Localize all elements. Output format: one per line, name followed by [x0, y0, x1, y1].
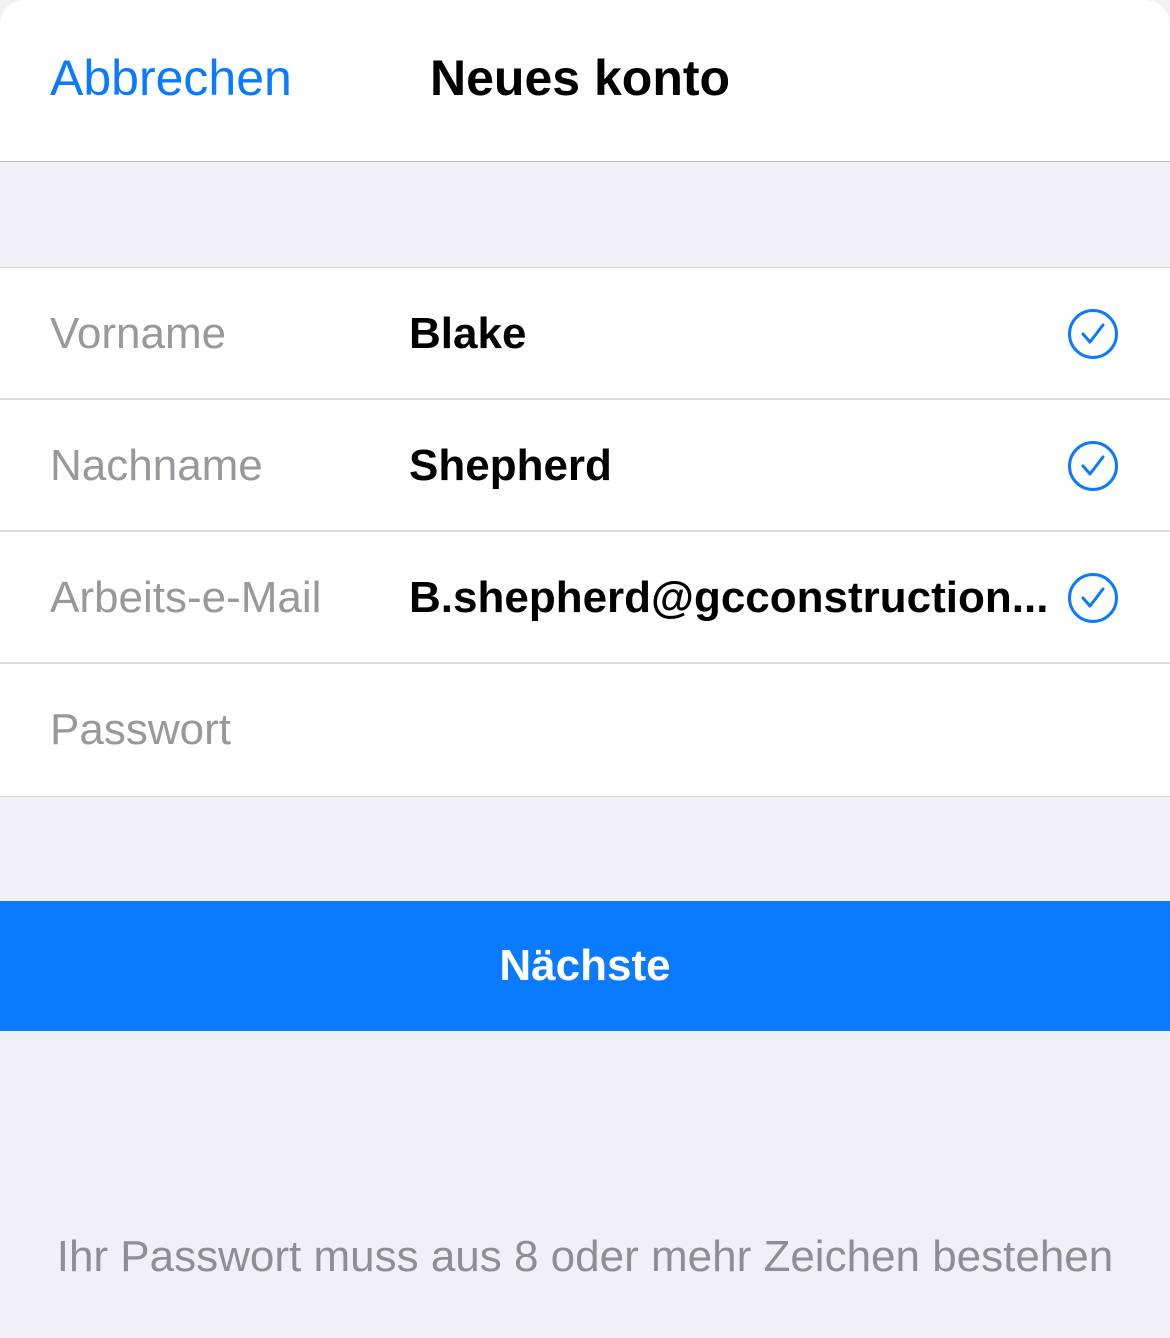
work-email-field[interactable]: B.shepherd@gcconstruction... — [409, 532, 1061, 664]
page-title: Neues konto — [430, 50, 731, 106]
next-button[interactable]: Nächste — [0, 901, 1170, 1031]
navigation-bar: Abbrechen Neues konto — [0, 0, 1170, 162]
last-name-field[interactable]: Shepherd — [409, 400, 1061, 532]
checkmark-circle-icon — [1068, 573, 1118, 623]
password-field[interactable] — [409, 664, 1061, 796]
cancel-button[interactable]: Abbrechen — [50, 48, 292, 108]
first-name-field[interactable]: Blake — [409, 268, 1061, 400]
work-email-label: Arbeits-e-Mail — [50, 573, 322, 622]
checkmark-circle-icon — [1068, 441, 1118, 491]
work-email-row[interactable]: Arbeits-e-Mail B.shepherd@gcconstruction… — [0, 532, 1170, 664]
password-row[interactable]: Passwort — [0, 664, 1170, 796]
account-form: Vorname Blake Nachname Shepherd Arbeits-… — [0, 267, 1170, 797]
password-label: Passwort — [50, 705, 231, 754]
first-name-row[interactable]: Vorname Blake — [0, 268, 1170, 400]
first-name-label: Vorname — [50, 309, 227, 358]
last-name-label: Nachname — [50, 441, 263, 490]
checkmark-circle-icon — [1068, 309, 1118, 359]
last-name-row[interactable]: Nachname Shepherd — [0, 400, 1170, 532]
password-hint: Ihr Passwort muss aus 8 oder mehr Zeiche… — [56, 1232, 1114, 1281]
new-account-sheet: Abbrechen Neues konto Vorname Blake Nach… — [0, 0, 1170, 1338]
